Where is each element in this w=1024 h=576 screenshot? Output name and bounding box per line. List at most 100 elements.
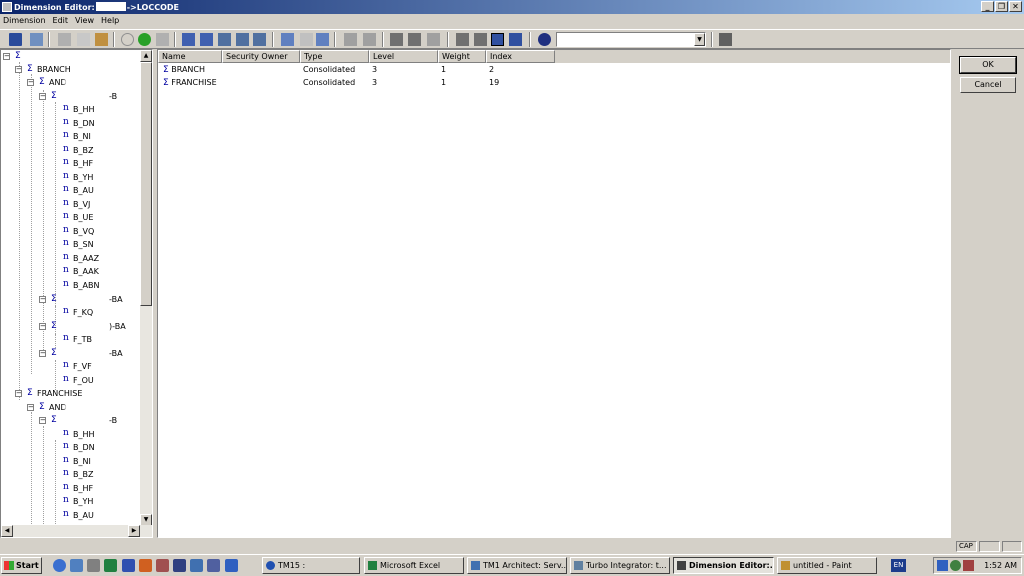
insert-sibling-icon[interactable] [427,33,440,46]
element-grid[interactable]: Name Security Owner Type Level Weight In… [157,49,951,538]
sigma-icon: Σ [163,65,169,75]
app-icon [2,2,12,12]
filter-icon[interactable] [281,33,294,46]
save-subset-icon[interactable] [719,33,732,46]
menu-bar: Dimension Edit View Help [0,14,1024,28]
cell-weight: 1 [441,65,447,74]
delete-icon[interactable] [121,33,134,46]
language-indicator[interactable]: EN [891,559,906,572]
tray-icon[interactable] [963,560,974,571]
cell-index: 19 [489,78,500,87]
notes-icon[interactable] [207,559,220,572]
close-button[interactable]: ✕ [1009,1,1022,12]
clock[interactable]: 1:52 AM [984,558,1017,573]
trash-icon[interactable] [156,33,169,46]
sort-index-asc-icon[interactable] [236,33,249,46]
settings-icon[interactable] [87,559,100,572]
insert-child-icon[interactable] [408,33,421,46]
col-header-index[interactable]: Index [486,50,555,63]
subset-combo[interactable]: ▼ [556,32,706,47]
task-paint[interactable]: untitled - Paint [777,557,877,574]
chevron-down-icon[interactable]: ▼ [694,33,705,46]
col-header-type[interactable]: Type [300,50,369,63]
table-row[interactable]: Σ BRANCH Consolidated 3 1 2 [158,63,950,76]
taskbar: Start TM15 : Microsoft Excel TM1 Archite… [0,554,1024,576]
scroll-right-icon[interactable]: ▶ [128,525,140,537]
cancel-button[interactable]: Cancel [960,77,1016,93]
caps-lock-indicator: CAP [956,541,977,552]
menu-edit[interactable]: Edit [50,14,73,28]
sort-index-desc-icon[interactable] [253,33,266,46]
menu-view[interactable]: View [72,14,98,28]
powerpoint-icon[interactable] [139,559,152,572]
list-view-icon[interactable] [474,33,487,46]
toolbar-separator [272,32,274,47]
outlook-icon[interactable] [70,559,83,572]
menu-dimension[interactable]: Dimension [0,14,50,28]
save-icon[interactable] [9,33,22,46]
col-header-name[interactable]: Name [158,50,222,63]
toolbar-separator [48,32,50,47]
start-label: Start [16,561,39,570]
minimize-button[interactable]: _ [981,1,994,12]
save-as-icon[interactable] [30,33,43,46]
maximize-button[interactable]: ❐ [995,1,1008,12]
start-button[interactable]: Start [1,557,42,574]
col-header-level[interactable]: Level [369,50,438,63]
ie-icon[interactable] [53,559,66,572]
messenger-icon[interactable] [173,559,186,572]
app-icon[interactable] [156,559,169,572]
link-icon[interactable] [538,33,551,46]
insert-parent-icon[interactable] [390,33,403,46]
task-tm1-architect[interactable]: TM1 Architect: Serv... [467,557,567,574]
cell-level: 3 [372,65,378,74]
tree-horizontal-scrollbar[interactable]: ◀ ▶ [1,525,152,537]
ok-button[interactable]: OK [959,56,1017,74]
explorer-icon[interactable] [190,559,203,572]
toolbar-separator [529,32,531,47]
scroll-thumb[interactable] [140,62,152,306]
tray-icon[interactable] [950,560,961,571]
copy-icon[interactable] [77,33,90,46]
cell-index: 2 [489,65,495,74]
dimension-icon [677,561,686,570]
cell-type: Consolidated [303,65,356,74]
check-icon[interactable] [138,33,151,46]
col-header-weight[interactable]: Weight [438,50,486,63]
col-header-security-owner[interactable]: Security Owner [222,50,300,63]
task-tm15[interactable]: TM15 : [262,557,360,574]
sort-hierarchy-icon[interactable] [218,33,231,46]
tree-vertical-scrollbar[interactable]: ▲ ▼ [140,50,152,526]
num-lock-indicator [979,541,1000,552]
cell-owner [222,63,225,76]
menu-help[interactable]: Help [98,14,123,28]
scroll-left-icon[interactable]: ◀ [1,525,13,537]
cut-icon[interactable] [58,33,71,46]
windows-flag-icon [4,561,14,570]
filter-by-attribute-icon[interactable] [316,33,329,46]
tree-view-icon[interactable] [456,33,469,46]
collapse-icon[interactable] [363,33,376,46]
sort-az-icon[interactable] [182,33,195,46]
paste-icon[interactable] [95,33,108,46]
hierarchy-down-icon[interactable] [509,33,522,46]
sort-za-icon[interactable] [200,33,213,46]
subset-icon[interactable] [300,33,313,46]
task-dimension-editor[interactable]: Dimension Editor:... [673,557,774,574]
cell-name: Σ FRANCHISE [163,78,217,88]
system-tray: 1:52 AM [933,557,1022,574]
task-turbo-integrator[interactable]: Turbo Integrator: t... [570,557,670,574]
scroll-up-icon[interactable]: ▲ [140,50,152,62]
expand-icon[interactable] [344,33,357,46]
desktop-icon[interactable] [225,559,238,572]
task-excel[interactable]: Microsoft Excel [364,557,464,574]
dimension-tree[interactable]: − Σ − Σ BRANCH − Σ AND − Σ -B n B_HH n B_DN nB… [0,49,153,538]
cell-type: Consolidated [303,78,356,87]
gear-icon [574,561,583,570]
excel-icon[interactable] [104,559,117,572]
tray-icon[interactable] [937,560,948,571]
table-row[interactable]: Σ FRANCHISE Consolidated 3 1 19 [158,76,950,89]
word-icon[interactable] [122,559,135,572]
properties-view-icon[interactable] [491,33,504,46]
title-prefix: Dimension Editor: [14,3,95,12]
